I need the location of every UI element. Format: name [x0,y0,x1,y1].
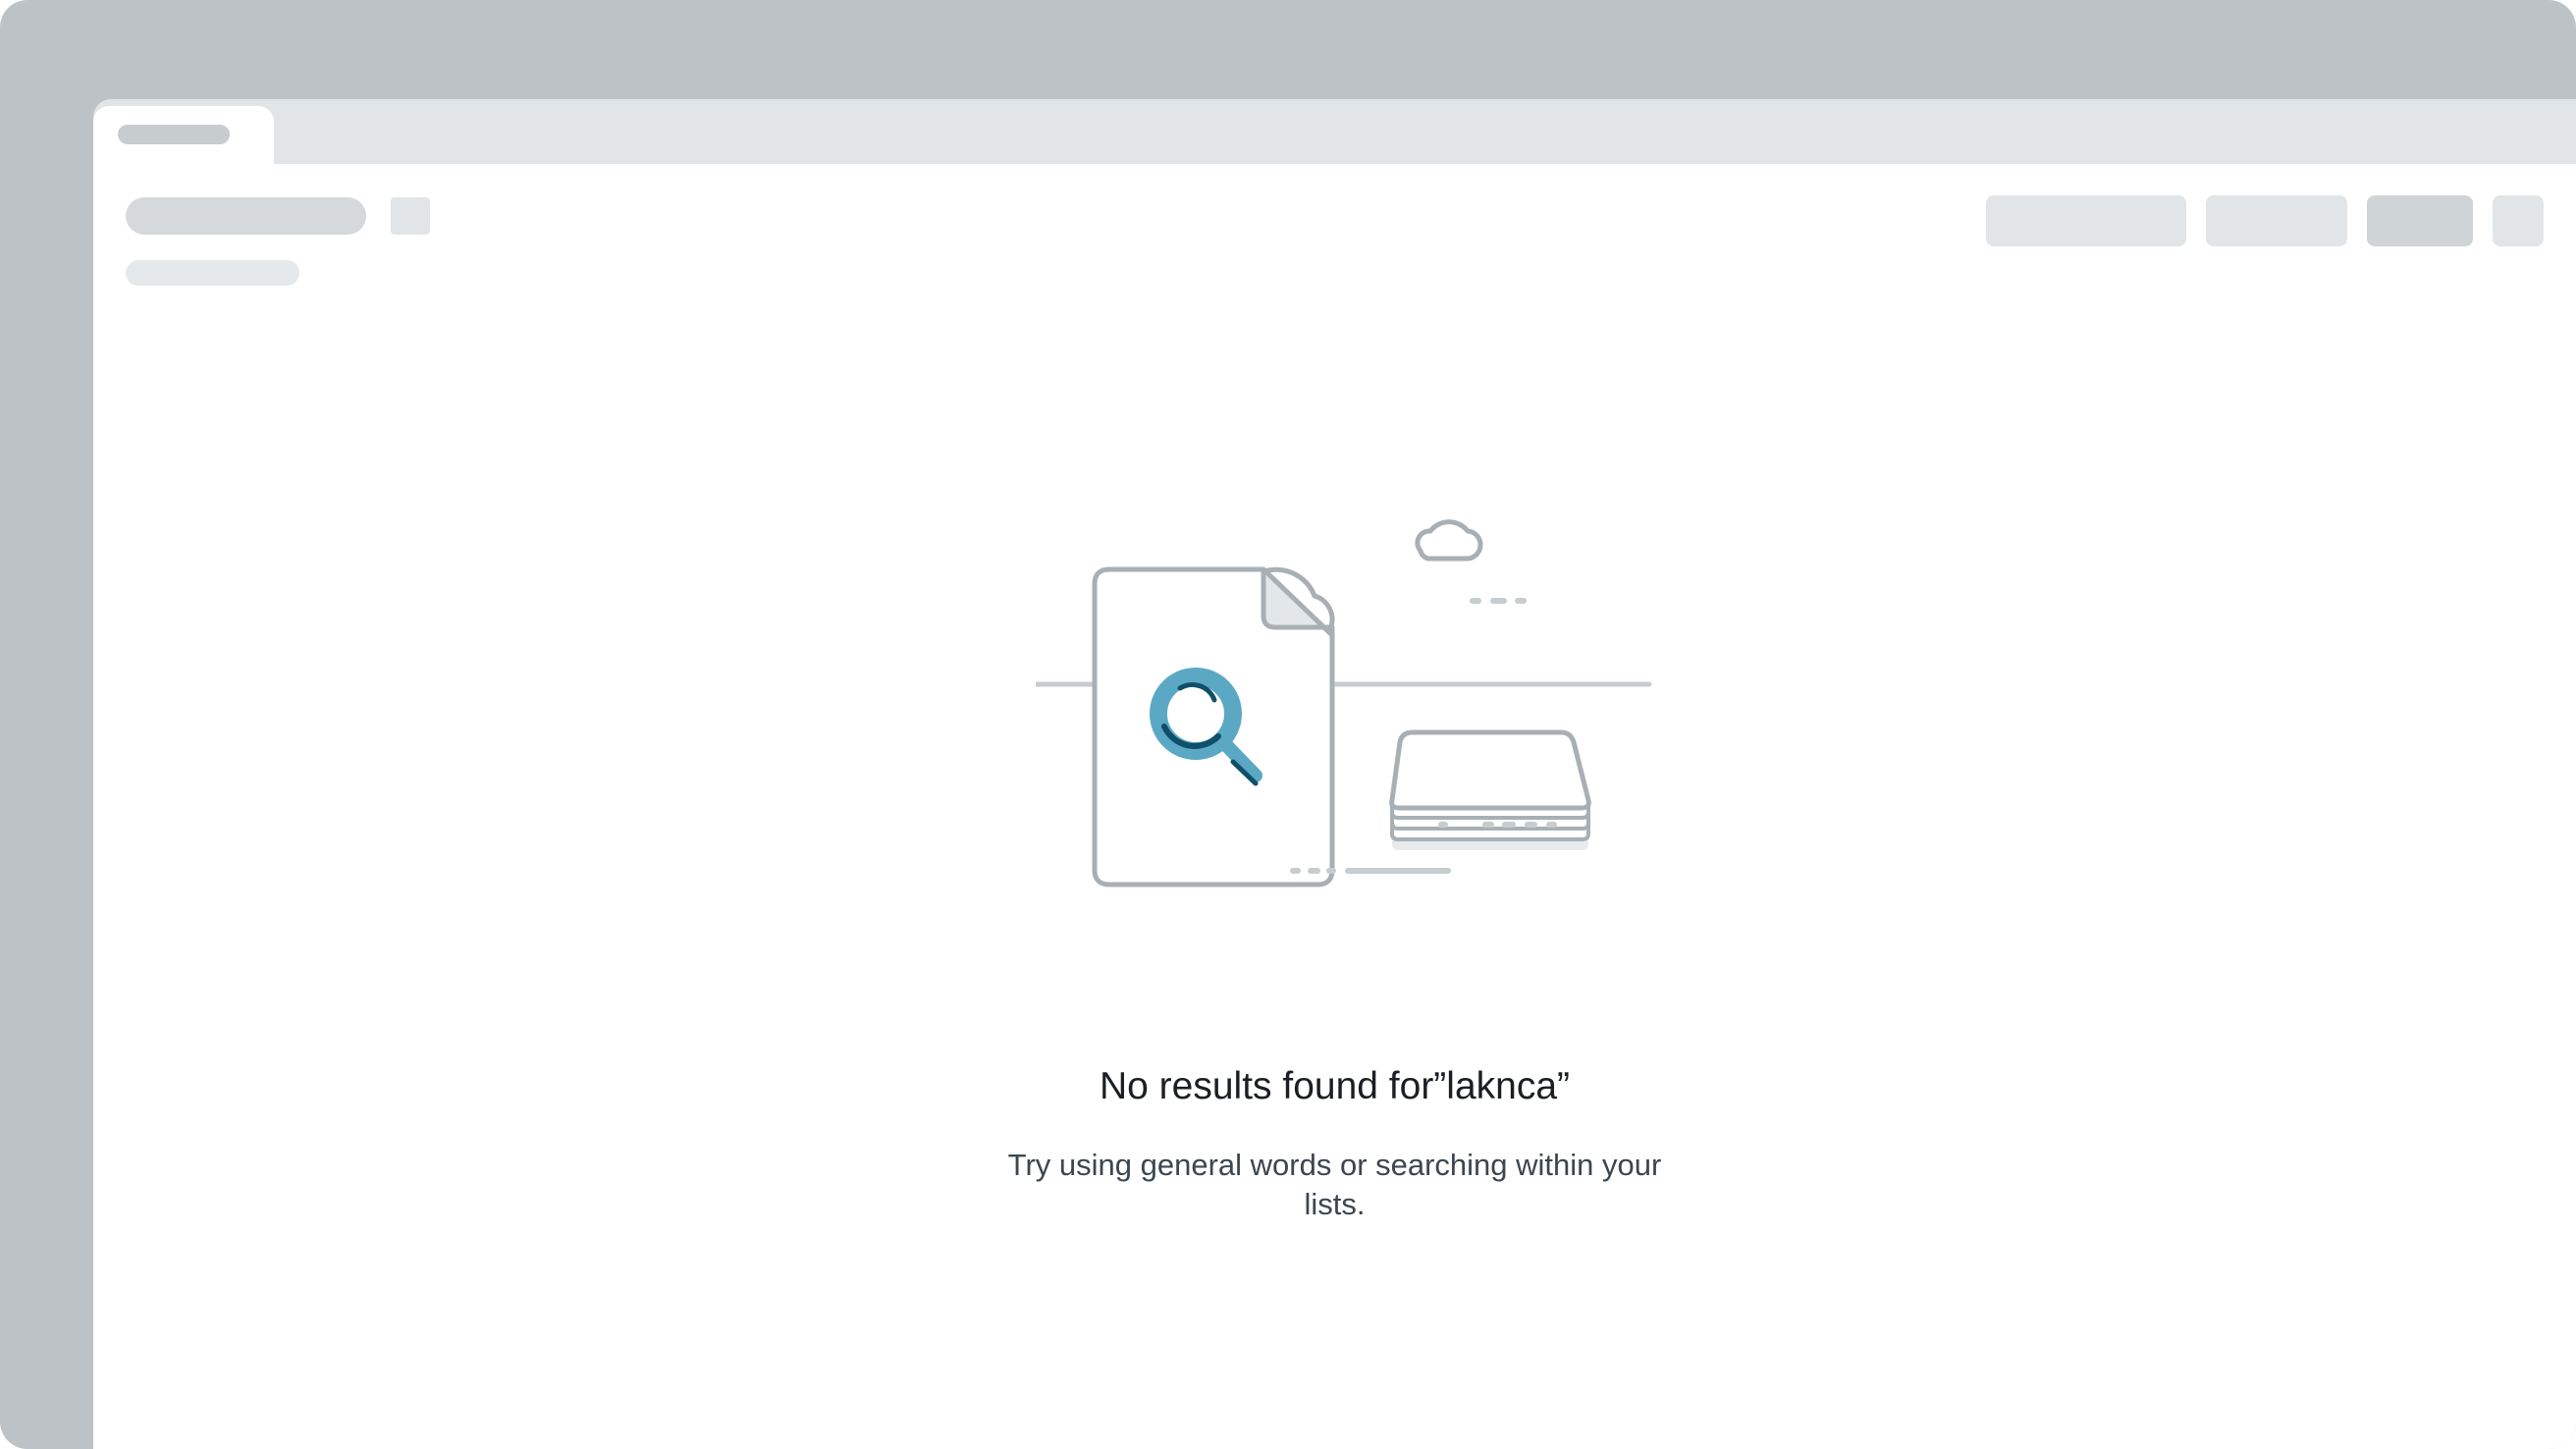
toolbar-button-placeholder-1[interactable] [1986,195,2186,246]
title-icon-placeholder [391,197,430,235]
no-results-illustration [1036,519,1652,887]
tab-strip [93,99,2576,164]
toolbar-button-placeholder-3[interactable] [2367,195,2473,246]
page-title-placeholder [126,197,366,235]
app-window: No results found for”laknca” Try using g… [0,0,2576,1449]
empty-state-description: Try using general words or searching wit… [93,1146,2576,1224]
paper-stack-icon [1389,729,1591,850]
empty-state-description-line-2: lists. [1304,1187,1366,1221]
tab-label-placeholder [118,125,230,144]
main-content: No results found for”laknca” Try using g… [93,164,2576,1449]
empty-state-title: No results found for”laknca” [1099,1065,1571,1107]
empty-state-description-line-1: Try using general words or searching wit… [1007,1148,1662,1182]
toolbar-button-placeholder-2[interactable] [2206,195,2347,246]
subtitle-placeholder [126,260,299,286]
toolbar-button-placeholder-4[interactable] [2493,195,2544,246]
